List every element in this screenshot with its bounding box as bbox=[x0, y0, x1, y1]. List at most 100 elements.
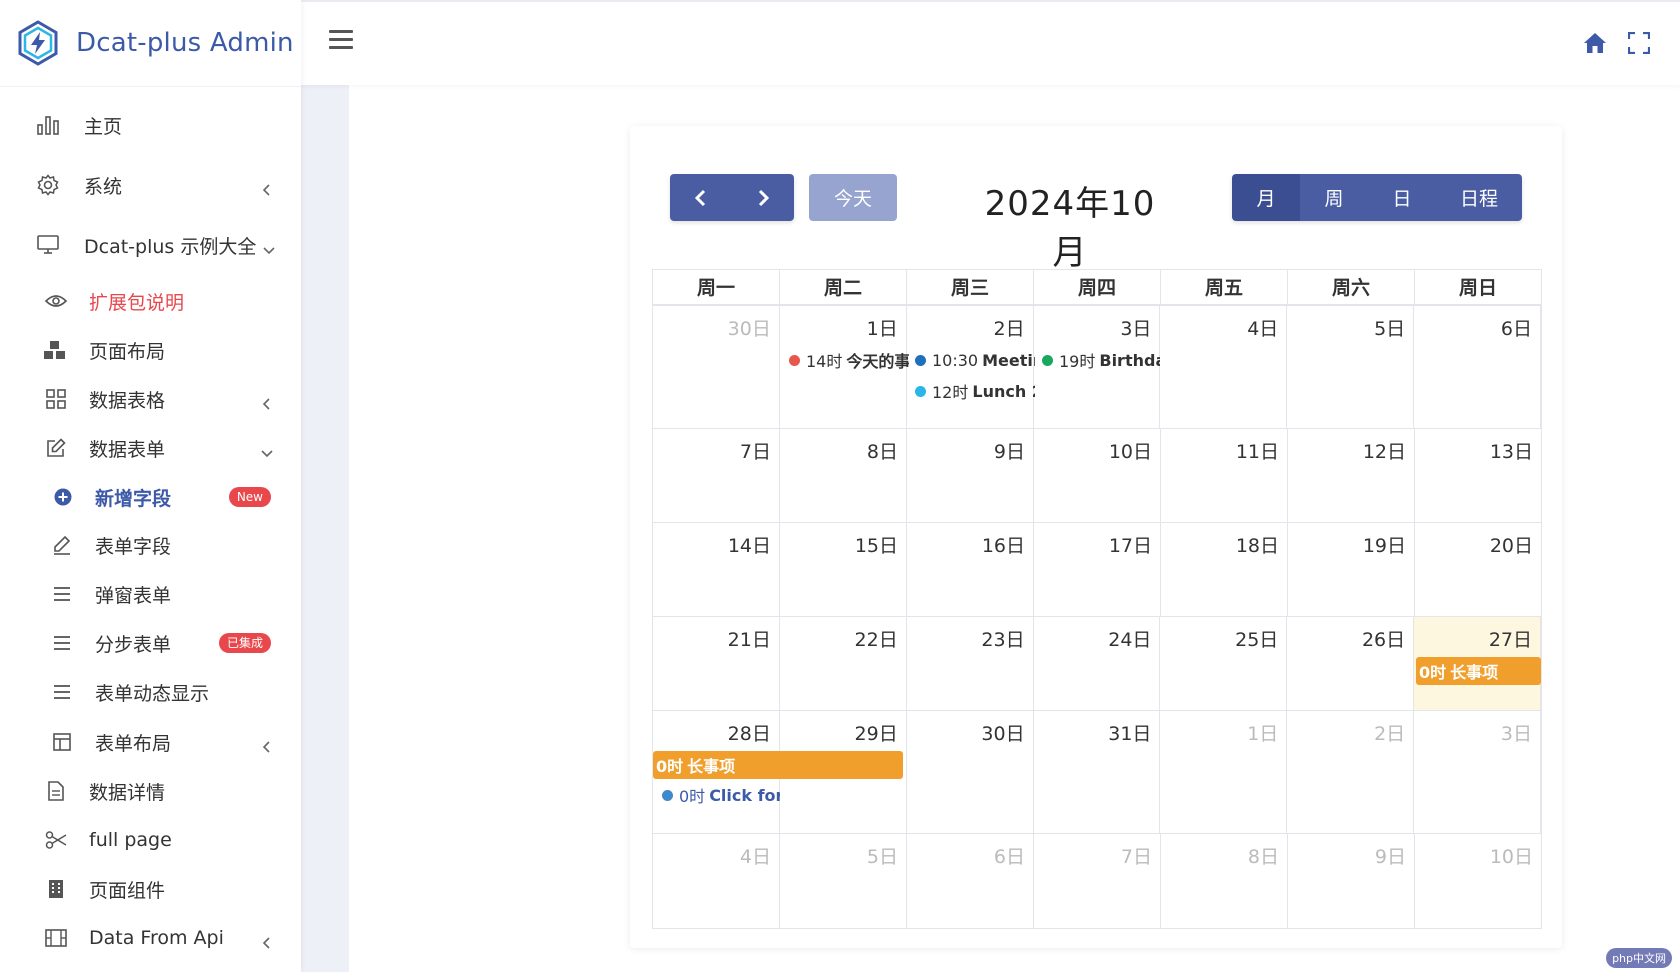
sidebar-item-modal-form[interactable]: 弹窗表单 bbox=[0, 571, 301, 617]
prev-button[interactable] bbox=[670, 174, 732, 221]
menu-toggle-icon[interactable] bbox=[329, 30, 353, 52]
sidebar-item-page-layout[interactable]: 页面布局 bbox=[0, 327, 301, 373]
sidebar-item-label: 数据表单 bbox=[89, 438, 166, 461]
calendar-event[interactable]: 19时 Birthday bbox=[1042, 348, 1160, 372]
day-cell[interactable]: 15日 bbox=[780, 523, 907, 616]
day-cell[interactable]: 11日 bbox=[1161, 429, 1288, 522]
day-cell[interactable]: 7日 bbox=[653, 429, 780, 522]
sidebar-item-label: 主页 bbox=[84, 115, 123, 138]
day-cell[interactable]: 24日 bbox=[1034, 617, 1161, 710]
calendar-event[interactable]: 14时 今天的事 bbox=[789, 348, 909, 372]
monitor-icon bbox=[36, 233, 60, 257]
day-number: 5日 bbox=[866, 846, 898, 868]
day-number: 4日 bbox=[1247, 318, 1279, 340]
view-week-button[interactable]: 周 bbox=[1300, 174, 1368, 221]
day-cell[interactable]: 7日 bbox=[1034, 834, 1161, 928]
calendar-event-long[interactable]: 0时 长事项 bbox=[653, 751, 903, 779]
day-number: 9日 bbox=[1374, 846, 1406, 868]
view-month-button[interactable]: 月 bbox=[1232, 174, 1300, 221]
day-cell[interactable]: 30日 bbox=[907, 711, 1034, 833]
weekday-label: 周一 bbox=[653, 270, 780, 304]
day-cell[interactable]: 25日 bbox=[1160, 617, 1288, 710]
view-list-button[interactable]: 日程 bbox=[1436, 174, 1522, 221]
sidebar-item-dynamic-form[interactable]: 表单动态显示 bbox=[0, 669, 301, 715]
day-cell[interactable]: 5日 bbox=[780, 834, 907, 928]
calendar-event[interactable]: 0时 Click for bbox=[662, 783, 780, 807]
today-button[interactable]: 今天 bbox=[809, 174, 897, 221]
weekday-header: 周一 周二 周三 周四 周五 周六 周日 bbox=[653, 270, 1541, 306]
sidebar-item-system[interactable]: 系统 bbox=[0, 162, 301, 208]
chevron-left-icon bbox=[694, 189, 706, 206]
sidebar-item-label: 数据表格 bbox=[89, 389, 166, 412]
day-cell[interactable]: 8日 bbox=[780, 429, 907, 522]
view-day-button[interactable]: 日 bbox=[1368, 174, 1436, 221]
sidebar-item-extension-docs[interactable]: 扩展包说明 bbox=[0, 278, 301, 324]
day-cell[interactable]: 6日 bbox=[907, 834, 1034, 928]
day-cell[interactable]: 3日 bbox=[1414, 711, 1542, 833]
day-number: 31日 bbox=[1108, 723, 1152, 745]
fullscreen-icon[interactable] bbox=[1628, 32, 1650, 54]
day-number: 23日 bbox=[981, 629, 1025, 651]
day-cell[interactable]: 9日 bbox=[1288, 834, 1415, 928]
sidebar-item-label: Dcat-plus 示例大全 bbox=[84, 235, 257, 258]
day-cell[interactable]: 5日 bbox=[1287, 306, 1415, 428]
sidebar-item-data-form[interactable]: 数据表单 bbox=[0, 425, 301, 471]
sidebar-item-home[interactable]: 主页 bbox=[0, 102, 301, 148]
day-cell[interactable]: 30日 bbox=[653, 306, 780, 428]
day-cell[interactable]: 22日 bbox=[780, 617, 907, 710]
calendar-event[interactable]: 12时 Lunch 2 bbox=[915, 379, 1035, 403]
sidebar-item-label: 弹窗表单 bbox=[95, 584, 172, 607]
calendar-week: 4日 5日 6日 7日 8日 9日 10日 bbox=[653, 834, 1541, 928]
day-cell[interactable]: 6日 bbox=[1414, 306, 1542, 428]
sidebar-item-data-detail[interactable]: 数据详情 bbox=[0, 768, 301, 814]
event-time: 12时 bbox=[932, 383, 969, 402]
day-cell[interactable]: 1日 bbox=[1160, 711, 1288, 833]
grid-icon bbox=[44, 387, 68, 411]
day-cell[interactable]: 12日 bbox=[1288, 429, 1415, 522]
calendar-event[interactable]: 10:30 Meeting bbox=[915, 348, 1035, 372]
list-icon bbox=[50, 680, 74, 704]
next-button[interactable] bbox=[732, 174, 794, 221]
day-cell[interactable]: 9日 bbox=[907, 429, 1034, 522]
event-dot bbox=[915, 385, 926, 397]
sidebar-item-form-fields[interactable]: 表单字段 bbox=[0, 522, 301, 568]
day-cell[interactable]: 4日 bbox=[1160, 306, 1288, 428]
day-cell[interactable]: 10日 bbox=[1415, 834, 1541, 928]
day-cell[interactable]: 31日 bbox=[1034, 711, 1161, 833]
chevron-left-icon bbox=[261, 179, 273, 196]
calendar-event-long[interactable]: 0时 长事项 bbox=[1416, 657, 1541, 685]
sidebar-item-form-layout[interactable]: 表单布局 bbox=[0, 719, 301, 765]
day-number: 8日 bbox=[1247, 846, 1279, 868]
day-cell[interactable]: 8日 bbox=[1161, 834, 1288, 928]
sidebar-item-full-page[interactable]: full page bbox=[0, 817, 301, 863]
sidebar-item-step-form[interactable]: 分步表单 已集成 bbox=[0, 620, 301, 666]
day-number: 18日 bbox=[1235, 535, 1279, 557]
home-icon[interactable] bbox=[1582, 30, 1608, 56]
sidebar-item-page-components[interactable]: 页面组件 bbox=[0, 866, 301, 912]
day-cell[interactable]: 17日 bbox=[1034, 523, 1161, 616]
sidebar-item-data-from-api[interactable]: Data From Api bbox=[0, 915, 301, 961]
day-cell[interactable]: 20日 bbox=[1415, 523, 1541, 616]
day-cell[interactable]: 18日 bbox=[1161, 523, 1288, 616]
day-cell[interactable]: 13日 bbox=[1415, 429, 1541, 522]
day-cell[interactable]: 16日 bbox=[907, 523, 1034, 616]
day-cell[interactable]: 10日 bbox=[1034, 429, 1161, 522]
sidebar-item-label: 数据详情 bbox=[89, 781, 166, 804]
new-badge: New bbox=[228, 487, 271, 507]
day-cell[interactable]: 19日 bbox=[1288, 523, 1415, 616]
day-cell[interactable]: 26日 bbox=[1287, 617, 1415, 710]
calendar-week: 7日 8日 9日 10日 11日 12日 13日 bbox=[653, 429, 1541, 523]
day-cell[interactable]: 23日 bbox=[907, 617, 1034, 710]
day-number: 1日 bbox=[866, 318, 898, 340]
brand[interactable]: Dcat-plus Admin bbox=[0, 0, 301, 87]
weekday-label: 周四 bbox=[1034, 270, 1161, 304]
day-cell[interactable]: 14日 bbox=[653, 523, 780, 616]
sidebar-item-examples[interactable]: Dcat-plus 示例大全 bbox=[0, 222, 301, 268]
sidebar-item-new-fields[interactable]: 新增字段 New bbox=[0, 474, 301, 520]
sidebar-item-data-grid[interactable]: 数据表格 bbox=[0, 376, 301, 422]
calendar-week: 21日 22日 23日 24日 25日 26日 27日 0时 长事项 bbox=[653, 617, 1542, 711]
day-number: 3日 bbox=[1120, 318, 1152, 340]
day-cell[interactable]: 21日 bbox=[653, 617, 780, 710]
day-cell[interactable]: 4日 bbox=[653, 834, 780, 928]
day-cell[interactable]: 2日 bbox=[1287, 711, 1415, 833]
